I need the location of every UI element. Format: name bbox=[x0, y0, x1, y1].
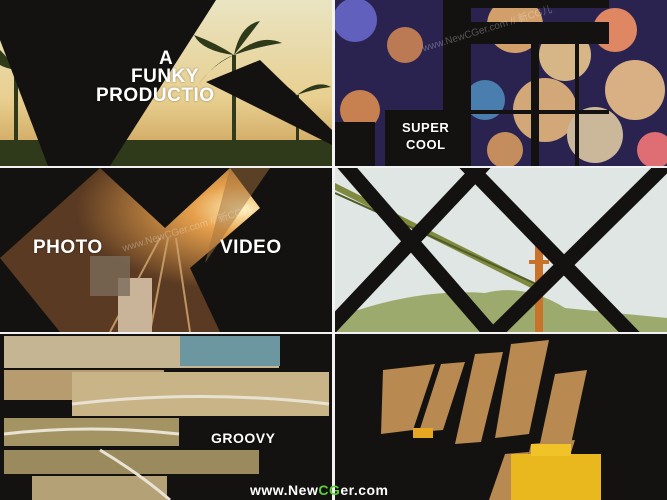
storyboard-grid: A FUNKY PRODUCTIO SUPER COOL PHOTO VIDEO… bbox=[0, 0, 667, 500]
footer-watermark: www.NewCGer.com bbox=[250, 482, 389, 498]
footer-suffix: .com bbox=[353, 482, 389, 498]
panel-street bbox=[335, 334, 667, 500]
title-line-cool: COOL bbox=[406, 137, 446, 152]
title-line-super: SUPER bbox=[402, 120, 450, 135]
panel-bridge bbox=[335, 168, 667, 332]
panel-funky-production: A FUNKY PRODUCTIO bbox=[0, 0, 332, 166]
title-word-photo: PHOTO bbox=[33, 237, 103, 258]
footer-brand-new: New bbox=[288, 482, 319, 498]
bridge-image bbox=[335, 168, 667, 332]
title-line-production: PRODUCTIO bbox=[96, 85, 215, 106]
footer-prefix: www. bbox=[250, 482, 289, 498]
footer-brand-er: er bbox=[340, 482, 354, 498]
panel-photo-video: PHOTO VIDEO bbox=[0, 168, 332, 332]
title-word-video: VIDEO bbox=[220, 237, 282, 258]
title-word-groovy: GROOVY bbox=[211, 430, 276, 446]
street-image bbox=[335, 334, 667, 500]
panel-groovy: GROOVY bbox=[0, 334, 332, 500]
footer-brand-cg: CG bbox=[318, 482, 341, 498]
aerial-road-image bbox=[0, 334, 332, 500]
